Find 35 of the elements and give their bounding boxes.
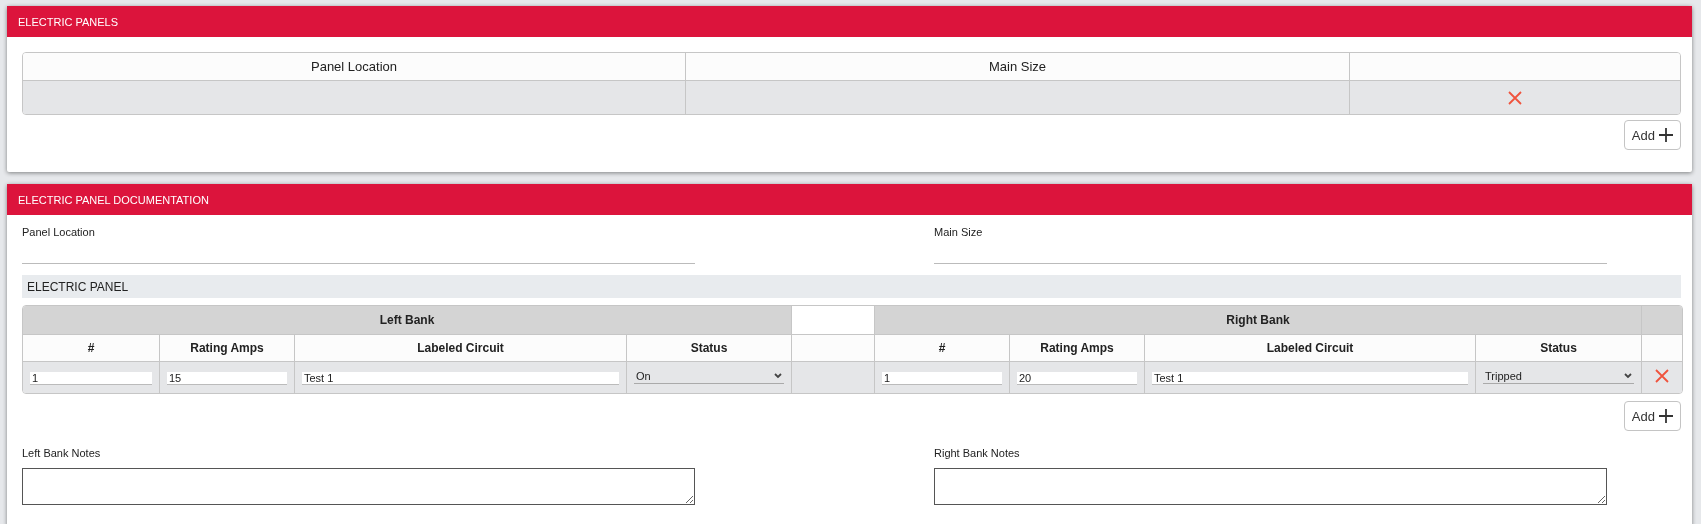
plus-icon <box>1659 409 1673 423</box>
plus-icon <box>1659 128 1673 142</box>
chevron-icon <box>774 372 782 379</box>
column-header: # <box>875 335 1010 362</box>
input-field[interactable]: 1 <box>882 371 1002 385</box>
input-field[interactable]: 1 <box>30 371 152 385</box>
field-label: Main Size <box>934 226 984 240</box>
column-header: Labeled Circuit <box>295 335 627 362</box>
group-header: Right Bank <box>875 306 1643 335</box>
column-header: Labeled Circuit <box>1145 335 1476 362</box>
group-header: Left Bank <box>23 306 792 335</box>
notes-field[interactable] <box>934 468 1607 505</box>
input-field[interactable]: 20 <box>1017 371 1137 385</box>
column-header: Main Size <box>686 53 1350 81</box>
input-field[interactable]: Test 1 <box>1152 371 1468 385</box>
field-label: Left Bank Notes <box>22 447 102 461</box>
column-header: # <box>23 335 160 362</box>
input-field[interactable]: Test 1 <box>302 371 619 385</box>
column-header: Status <box>627 335 792 362</box>
section-header: ELECTRIC PANELS <box>7 6 1692 37</box>
column-header: Panel Location <box>23 53 686 81</box>
add-button[interactable]: Add <box>1623 120 1681 150</box>
section-header: ELECTRIC PANEL DOCUMENTATION <box>7 184 1692 215</box>
input-field[interactable]: 15 <box>167 371 287 385</box>
field-label: Panel Location <box>22 226 96 240</box>
column-header: Rating Amps <box>160 335 295 362</box>
subsection-header: ELECTRIC PANEL <box>22 275 1681 298</box>
column-header: Rating Amps <box>1010 335 1145 362</box>
cross-icon[interactable] <box>1654 368 1671 384</box>
column-header: Status <box>1476 335 1643 362</box>
field-label: Right Bank Notes <box>934 447 1021 461</box>
chevron-icon <box>1624 372 1633 379</box>
add-button[interactable]: Add <box>1623 401 1681 431</box>
notes-field[interactable] <box>22 468 695 505</box>
cross-icon[interactable] <box>1507 89 1523 106</box>
